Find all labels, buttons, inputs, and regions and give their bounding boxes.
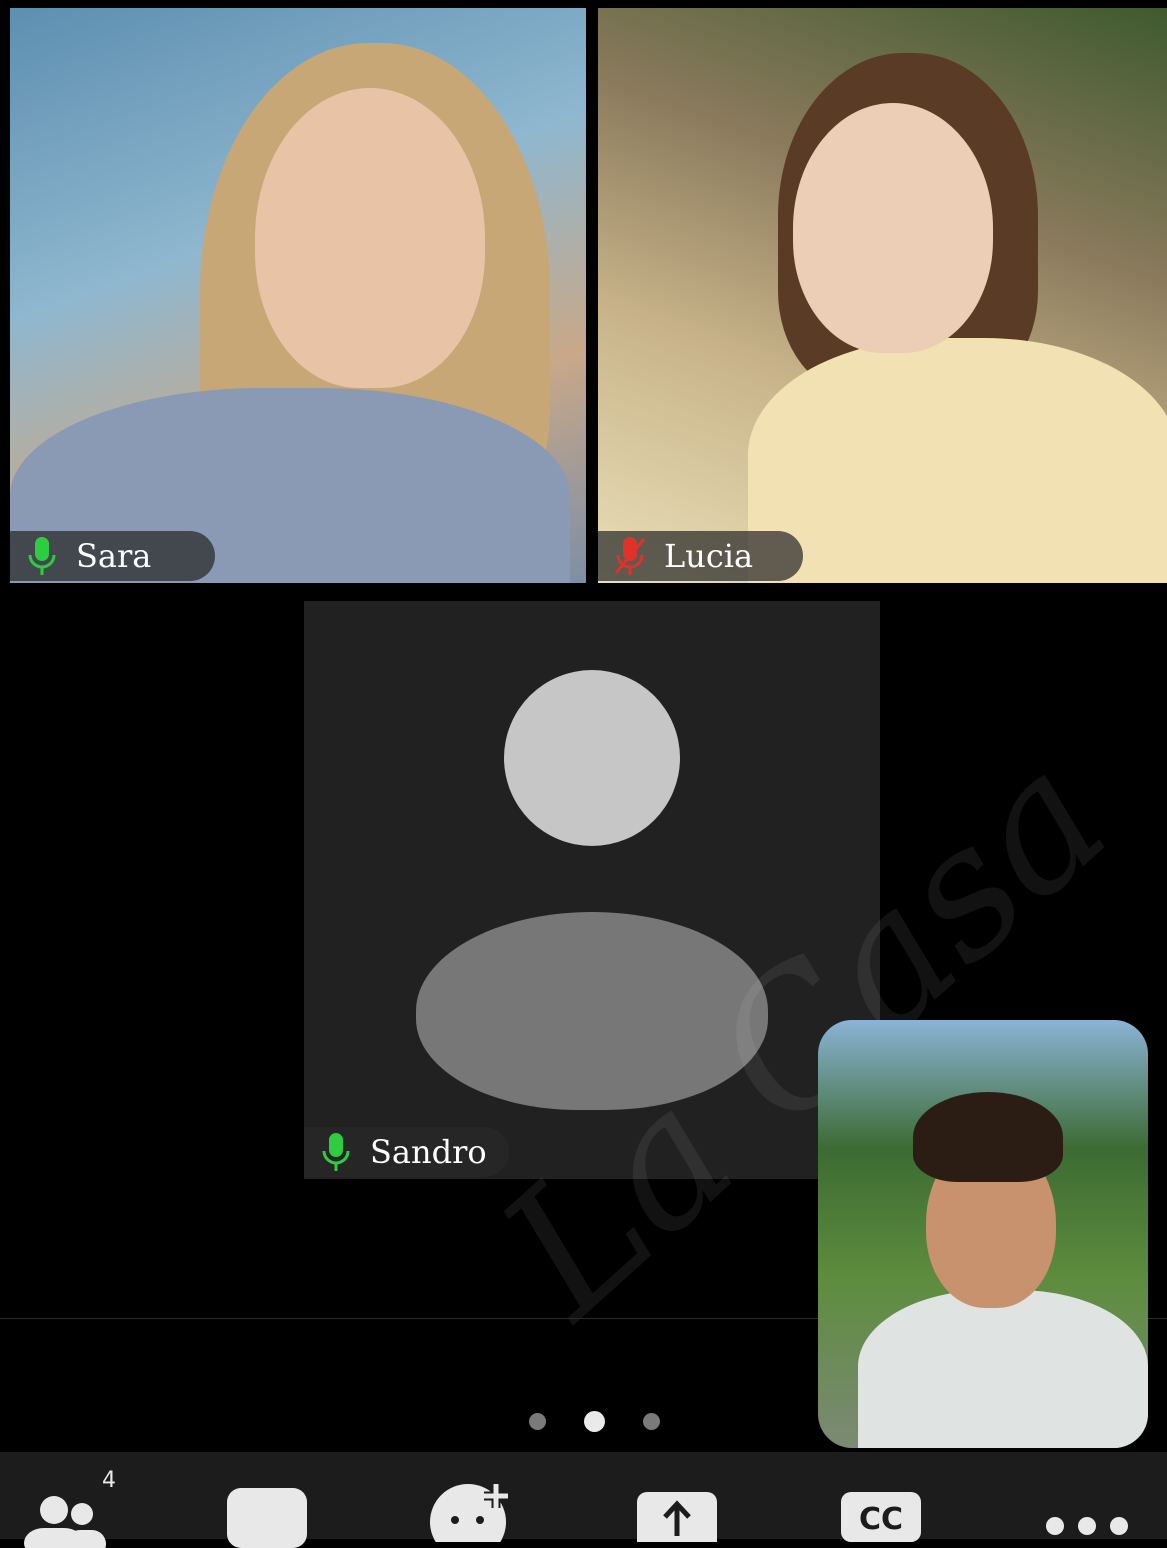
participant-name: Sandro — [370, 1133, 487, 1171]
chat-button[interactable] — [227, 1488, 307, 1548]
video-tile-sara[interactable]: Sara — [10, 8, 586, 583]
participants-button[interactable]: 4 — [20, 1468, 130, 1548]
share-icon — [637, 1492, 717, 1548]
cc-icon: CC — [841, 1492, 921, 1542]
share-button[interactable] — [637, 1492, 717, 1548]
page-dot[interactable] — [643, 1413, 660, 1430]
chat-icon — [227, 1488, 307, 1548]
video-tile-lucia[interactable]: Lucia — [598, 8, 1167, 583]
avatar-head — [504, 670, 680, 846]
mic-muted-icon — [610, 535, 650, 577]
self-view-video[interactable] — [818, 1020, 1148, 1448]
participant-body — [748, 338, 1167, 583]
page-dot[interactable] — [529, 1413, 546, 1430]
participant-name: Lucia — [664, 537, 754, 575]
more-icon — [1046, 1517, 1128, 1535]
reactions-icon — [430, 1484, 508, 1548]
participant-hair — [913, 1092, 1063, 1182]
mic-on-icon — [22, 535, 62, 577]
page-dot-active[interactable] — [584, 1411, 605, 1432]
participant-name: Sara — [76, 537, 152, 575]
participant-face — [255, 88, 485, 388]
cc-label: CC — [858, 1502, 904, 1537]
captions-button[interactable]: CC — [841, 1492, 921, 1542]
mic-on-icon — [316, 1131, 356, 1173]
participant-body — [858, 1290, 1148, 1448]
reactions-button[interactable] — [430, 1482, 520, 1548]
bottom-toolbar: 4 CC — [0, 1452, 1167, 1548]
participant-face — [793, 103, 993, 353]
participants-count: 4 — [102, 1468, 116, 1493]
name-label: Sandro — [304, 1127, 509, 1177]
name-label: Lucia — [598, 531, 803, 581]
participants-icon — [24, 1496, 106, 1548]
name-label: Sara — [10, 531, 215, 581]
more-button[interactable] — [1045, 1516, 1135, 1540]
page-indicator[interactable] — [529, 1411, 660, 1432]
